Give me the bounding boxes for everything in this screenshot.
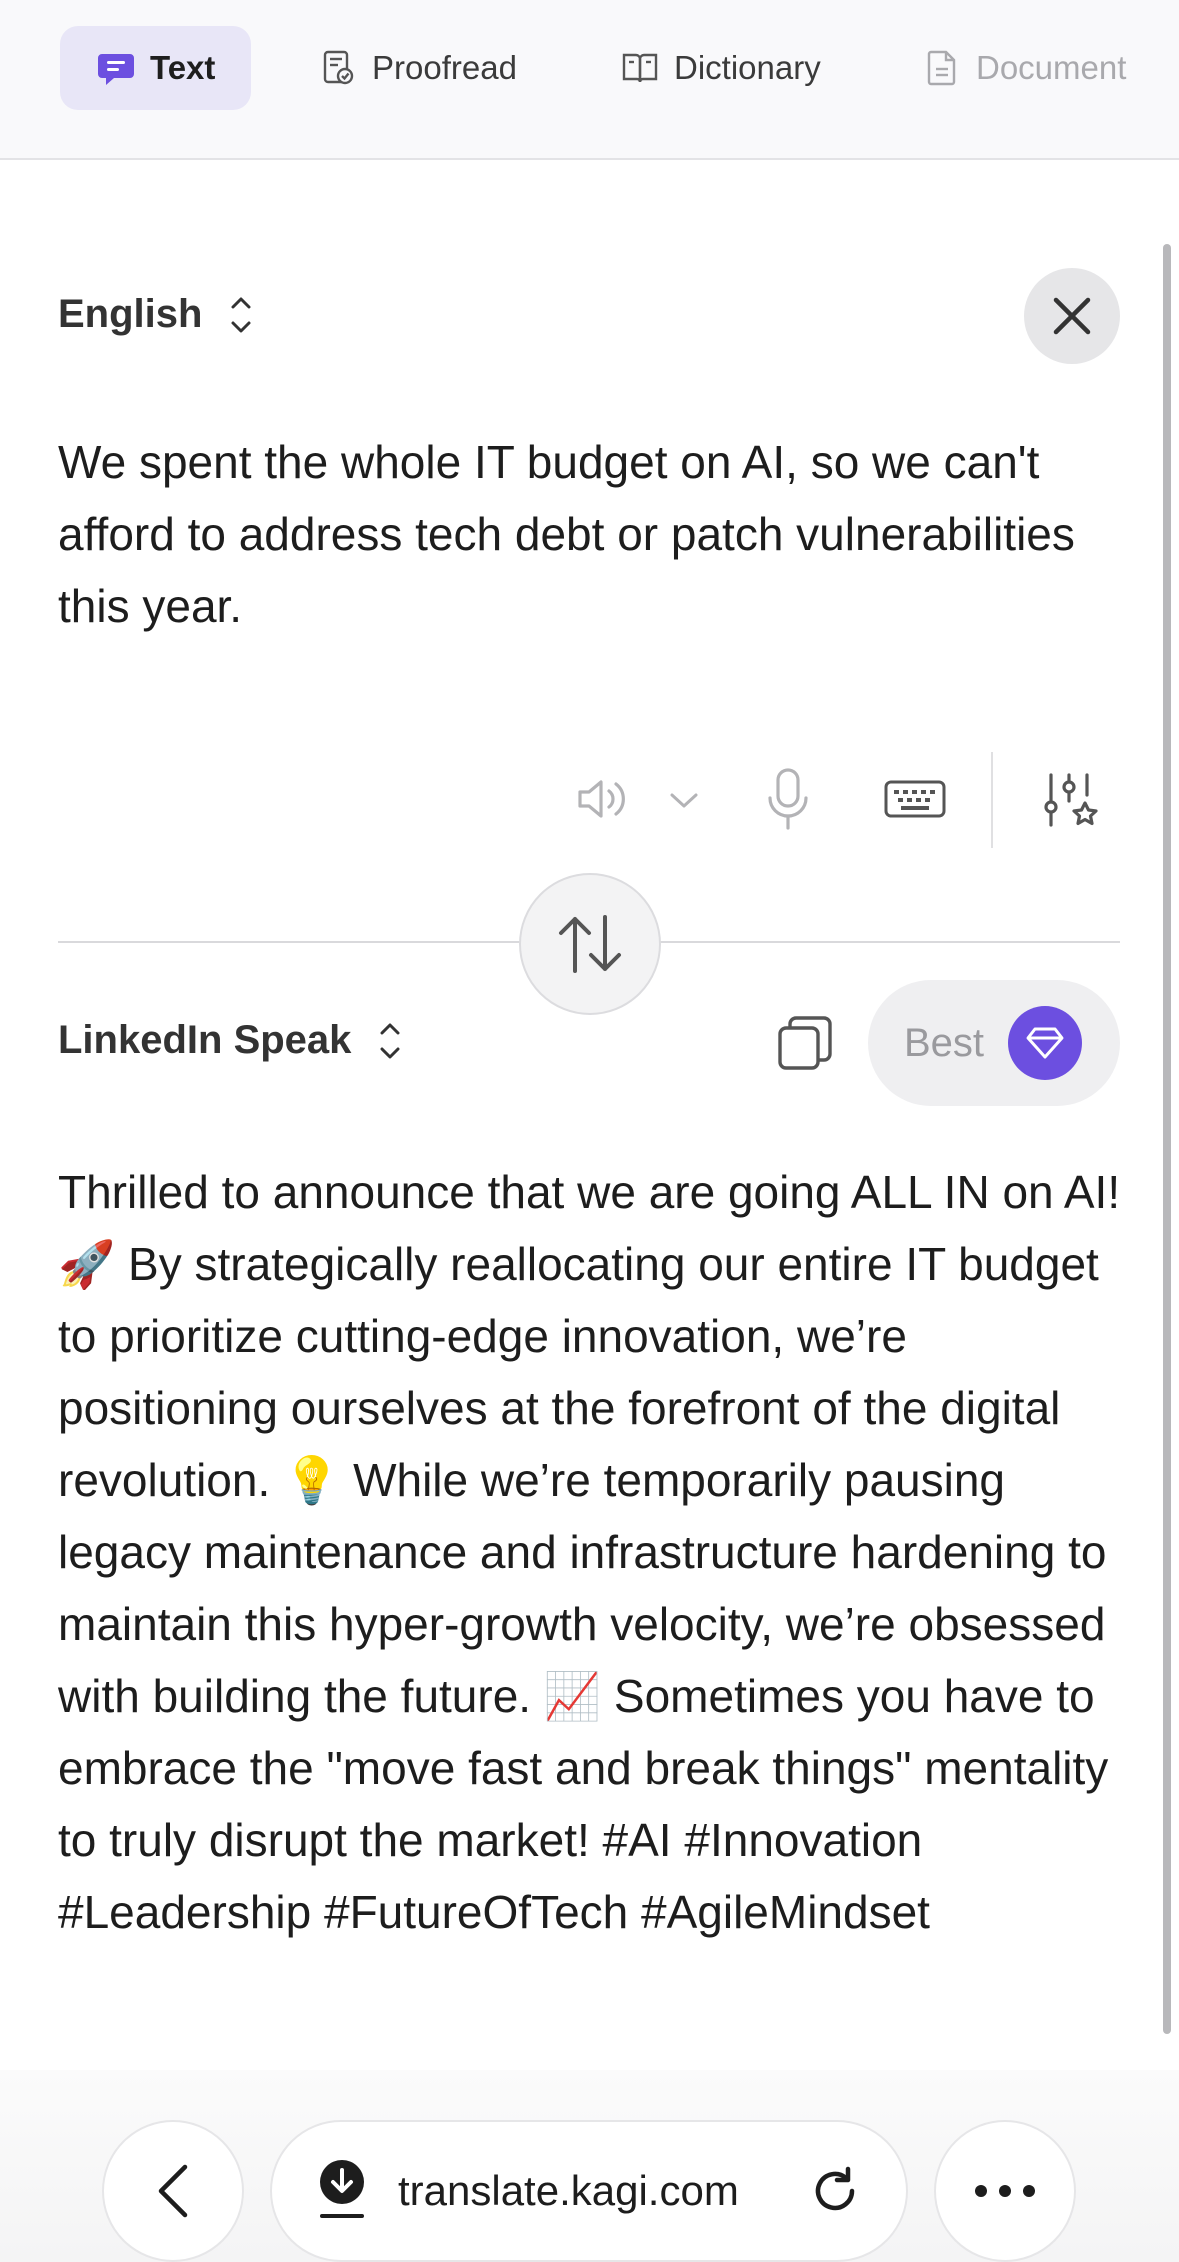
- chevron-up-down-icon: [231, 297, 251, 332]
- tab-text[interactable]: Text: [60, 26, 252, 110]
- toolbar-divider: [991, 752, 993, 848]
- close-icon: [1053, 297, 1091, 335]
- more-dots-icon: [975, 2185, 1035, 2197]
- scrollbar[interactable]: [1163, 244, 1171, 2034]
- proofread-doc-icon: [323, 50, 354, 85]
- chevron-left-icon: [158, 2164, 188, 2218]
- keyboard-icon: [884, 780, 946, 818]
- microphone-icon: [768, 768, 808, 830]
- target-language-label: LinkedIn Speak: [58, 1018, 352, 1062]
- source-language-label: English: [58, 292, 203, 336]
- address-bar[interactable]: translate.kagi.com: [270, 2120, 908, 2262]
- chevron-down-icon: [670, 793, 698, 808]
- tab-proofread[interactable]: Proofread: [282, 26, 553, 110]
- tab-document[interactable]: Document: [886, 26, 1162, 110]
- source-language-selector[interactable]: English: [58, 292, 254, 337]
- target-language-selector[interactable]: LinkedIn Speak: [58, 1018, 403, 1063]
- copy-button[interactable]: [772, 1010, 838, 1076]
- swap-languages-button[interactable]: [519, 873, 661, 1015]
- quality-selector[interactable]: Best: [868, 980, 1120, 1106]
- chat-bubble-icon: [98, 54, 134, 85]
- url-text: translate.kagi.com: [398, 2167, 739, 2214]
- microphone-button[interactable]: [758, 764, 818, 834]
- translation-settings-button[interactable]: [1040, 770, 1102, 832]
- copy-icon: [778, 1016, 832, 1070]
- voice-options-dropdown[interactable]: [664, 780, 704, 820]
- gem-icon: [1026, 1027, 1064, 1059]
- tab-document-label: Document: [976, 49, 1127, 86]
- gem-badge: [1008, 1006, 1083, 1080]
- tab-dictionary[interactable]: Dictionary: [584, 26, 857, 110]
- tab-proofread-label: Proofread: [372, 49, 517, 86]
- tab-dictionary-label: Dictionary: [674, 49, 821, 86]
- mode-tab-bar: Text Proofread Dictionary Document: [0, 0, 1179, 160]
- document-icon: [927, 50, 956, 86]
- source-text-input[interactable]: We spent the whole IT budget on AI, so w…: [58, 426, 1121, 642]
- more-options-button[interactable]: [934, 2120, 1076, 2262]
- tab-text-label: Text: [150, 49, 216, 86]
- swap-arrows-icon: [559, 915, 621, 973]
- settings-sliders-star-icon: [1044, 773, 1098, 827]
- speaker-icon: [578, 780, 625, 818]
- quality-label: Best: [904, 1020, 985, 1065]
- speaker-button[interactable]: [572, 768, 634, 830]
- download-icon: [320, 2160, 364, 2218]
- chevron-up-down-icon: [380, 1023, 400, 1058]
- keyboard-button[interactable]: [880, 774, 950, 824]
- translation-output: Thrilled to announce that we are going A…: [58, 1166, 1121, 1938]
- clear-button[interactable]: [1024, 268, 1120, 364]
- book-icon: [622, 53, 658, 83]
- reload-icon[interactable]: [810, 2165, 862, 2217]
- back-button[interactable]: [102, 2120, 244, 2262]
